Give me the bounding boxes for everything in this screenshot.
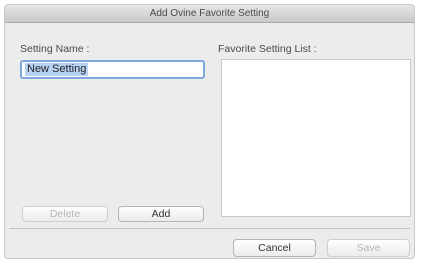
- favorite-setting-list[interactable]: [221, 59, 411, 217]
- favorite-list-label: Favorite Setting List :: [218, 43, 317, 55]
- delete-button[interactable]: Delete: [22, 206, 108, 222]
- setting-name-value[interactable]: New Setting: [25, 63, 89, 76]
- dialog-window: Add Ovine Favorite Setting Setting Name …: [4, 4, 415, 259]
- dialog-title: Add Ovine Favorite Setting: [5, 5, 414, 23]
- divider: [9, 228, 410, 229]
- cancel-button[interactable]: Cancel: [233, 239, 316, 257]
- setting-name-label: Setting Name :: [20, 43, 90, 55]
- setting-name-input[interactable]: New Setting: [20, 60, 205, 79]
- save-button[interactable]: Save: [327, 239, 410, 257]
- add-button[interactable]: Add: [118, 206, 204, 222]
